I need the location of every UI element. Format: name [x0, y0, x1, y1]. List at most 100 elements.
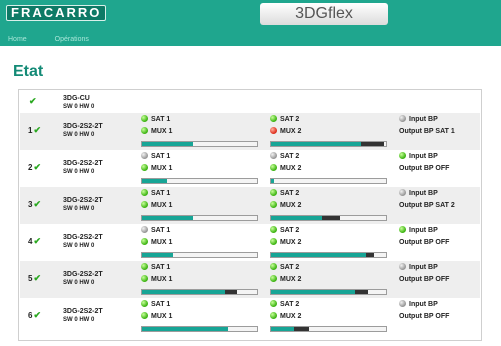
sat1-status: SAT 1 [141, 189, 170, 199]
sat2-status: SAT 2 [270, 189, 299, 199]
status-led-icon [270, 201, 277, 208]
mux1-status: MUX 1 [141, 127, 172, 137]
sat1-status-label: SAT 1 [151, 264, 171, 271]
controller-status: ✔ [28, 96, 37, 107]
mux1-signal-bar [141, 326, 258, 332]
check-icon: ✔ [33, 310, 41, 320]
module-index: 3✔ [28, 199, 41, 210]
module-index: 6✔ [28, 310, 41, 321]
status-led-icon [270, 226, 277, 233]
check-icon: ✔ [33, 273, 41, 283]
status-led-icon [270, 275, 277, 282]
page-title: Etat [13, 63, 44, 80]
module-device: 3DG-2S2-2T SW 0 HW 0 [63, 196, 103, 214]
sat2-status-label: SAT 2 [280, 227, 300, 234]
module-row: 1✔ 3DG-2S2-2T SW 0 HW 0 SAT 1 MUX 1 SAT 2 MUX … [20, 113, 480, 150]
input-bp-status: Input BP [399, 189, 438, 199]
module-number: 5 [28, 274, 33, 283]
device-version: SW 0 HW 0 [63, 317, 95, 323]
signal-level-fill [271, 327, 294, 331]
mux2-status-label: MUX 2 [280, 128, 302, 135]
module-row: 2✔ 3DG-2S2-2T SW 0 HW 0 SAT 1 MUX 1 SAT 2 MUX … [20, 150, 480, 187]
sat2-status-label: SAT 2 [280, 116, 300, 123]
output-bp-status: Output BP OFF [399, 239, 450, 246]
sat1-status-label: SAT 1 [151, 227, 171, 234]
mux2-signal-bar [270, 289, 387, 295]
mux2-signal-bar [270, 141, 387, 147]
sat2-status: SAT 2 [270, 263, 299, 273]
sat1-status: SAT 1 [141, 115, 170, 125]
mux2-signal-bar [270, 252, 387, 258]
mux1-signal-bar [141, 215, 258, 221]
mux2-status-label: MUX 2 [280, 239, 302, 246]
signal-level-fill [142, 142, 193, 146]
sat2-status-label: SAT 2 [280, 190, 300, 197]
status-led-icon [141, 275, 148, 282]
signal-excess-fill [294, 327, 309, 331]
check-icon: ✔ [33, 236, 41, 246]
module-row: 5✔ 3DG-2S2-2T SW 0 HW 0 SAT 1 MUX 1 SAT 2 MUX … [20, 261, 480, 298]
module-index: 2✔ [28, 162, 41, 173]
status-led-icon [270, 152, 277, 159]
sat2-status: SAT 2 [270, 115, 299, 125]
module-index: 5✔ [28, 273, 41, 284]
input-bp-status: Input BP [399, 115, 438, 125]
signal-level-fill [142, 327, 229, 331]
mux2-status: MUX 2 [270, 275, 301, 285]
top-banner: FRACARRO 3DGflex Home Opérations [0, 0, 501, 46]
mux1-status-label: MUX 1 [151, 165, 173, 172]
sat2-status-label: SAT 2 [280, 301, 300, 308]
input-bp-status: Input BP [399, 226, 438, 236]
status-led-icon [270, 238, 277, 245]
status-led-icon [270, 263, 277, 270]
status-led-icon [141, 263, 148, 270]
device-version: SW 0 HW 0 [63, 132, 95, 138]
brand-logo: FRACARRO [6, 5, 107, 21]
mux2-signal-bar [270, 215, 387, 221]
status-led-icon [399, 300, 406, 307]
product-name-badge: 3DGflex [260, 3, 388, 25]
module-number: 1 [28, 126, 33, 135]
status-led-icon [141, 312, 148, 319]
module-device: 3DG-2S2-2T SW 0 HW 0 [63, 122, 103, 140]
signal-level-fill [142, 290, 225, 294]
module-row: 6✔ 3DG-2S2-2T SW 0 HW 0 SAT 1 MUX 1 SAT 2 MUX … [20, 298, 480, 335]
sat2-status: SAT 2 [270, 152, 299, 162]
nav-link-home[interactable]: Home [8, 36, 27, 43]
device-name: 3DG-2S2-2T [63, 271, 103, 278]
module-number: 3 [28, 200, 33, 209]
status-led-icon [141, 201, 148, 208]
output-bp-status: Output BP SAT 1 [399, 128, 455, 135]
mux2-status-label: MUX 2 [280, 276, 302, 283]
nav-link-operations[interactable]: Opérations [55, 36, 89, 43]
mux1-status-label: MUX 1 [151, 202, 173, 209]
sat2-status: SAT 2 [270, 226, 299, 236]
status-led-icon [270, 189, 277, 196]
mux1-status: MUX 1 [141, 312, 172, 322]
status-led-icon [270, 312, 277, 319]
mux1-status: MUX 1 [141, 238, 172, 248]
status-led-icon [399, 152, 406, 159]
signal-excess-fill [366, 253, 375, 257]
status-led-icon [270, 115, 277, 122]
status-led-icon [270, 164, 277, 171]
sat1-status-label: SAT 1 [151, 190, 171, 197]
mux1-status: MUX 1 [141, 275, 172, 285]
sat1-status: SAT 1 [141, 152, 170, 162]
status-led-icon [399, 263, 406, 270]
device-version: SW 0 HW 0 [63, 206, 95, 212]
input-bp-status-label: Input BP [409, 190, 438, 197]
input-bp-status: Input BP [399, 263, 438, 273]
nav-bar: Home Opérations [8, 36, 115, 43]
input-bp-status: Input BP [399, 152, 438, 162]
mux1-status: MUX 1 [141, 201, 172, 211]
mux2-status: MUX 2 [270, 164, 301, 174]
check-icon: ✔ [33, 162, 41, 172]
sat1-status: SAT 1 [141, 226, 170, 236]
module-device: 3DG-2S2-2T SW 0 HW 0 [63, 233, 103, 251]
input-bp-status-label: Input BP [409, 301, 438, 308]
input-bp-status: Input BP [399, 300, 438, 310]
module-number: 4 [28, 237, 33, 246]
mux1-signal-bar [141, 252, 258, 258]
mux1-status-label: MUX 1 [151, 239, 173, 246]
